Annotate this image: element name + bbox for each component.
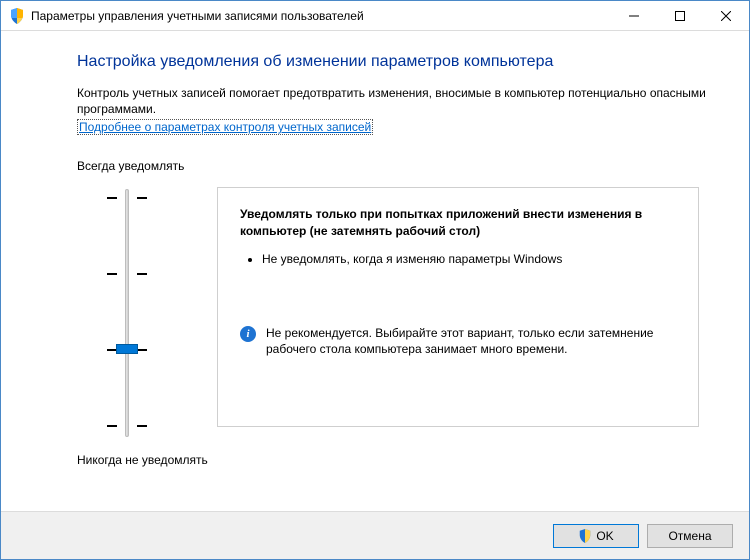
slider-tick bbox=[137, 197, 147, 199]
panel-title: Уведомлять только при попытках приложени… bbox=[240, 206, 676, 238]
slider-thumb[interactable] bbox=[116, 344, 138, 354]
slider-tick bbox=[107, 273, 117, 275]
panel-bullet-list: Не уведомлять, когда я изменяю параметры… bbox=[262, 251, 676, 267]
cancel-button[interactable]: Отмена bbox=[647, 524, 733, 548]
slider-label-never: Никогда не уведомлять bbox=[77, 453, 217, 467]
titlebar: Параметры управления учетными записями п… bbox=[1, 1, 749, 31]
close-icon bbox=[721, 11, 731, 21]
slider-column: Всегда уведомлять Никогда не уведомлять bbox=[77, 159, 217, 477]
close-button[interactable] bbox=[703, 1, 749, 30]
slider-tick bbox=[107, 197, 117, 199]
cancel-button-label: Отмена bbox=[668, 529, 711, 543]
maximize-button[interactable] bbox=[657, 1, 703, 30]
slider-tick bbox=[137, 273, 147, 275]
body-row: Всегда уведомлять Никогда не уведомлять … bbox=[77, 159, 709, 477]
panel-note-text: Не рекомендуется. Выбирайте этот вариант… bbox=[266, 325, 676, 357]
uac-slider[interactable] bbox=[77, 183, 177, 443]
help-link[interactable]: Подробнее о параметрах контроля учетных … bbox=[77, 119, 373, 135]
slider-tick bbox=[137, 425, 147, 427]
window-buttons bbox=[611, 1, 749, 30]
panel-bullet: Не уведомлять, когда я изменяю параметры… bbox=[262, 251, 676, 267]
shield-icon bbox=[578, 529, 592, 543]
slider-label-always: Всегда уведомлять bbox=[77, 159, 217, 173]
footer-bar: OK Отмена bbox=[1, 511, 749, 559]
slider-tick bbox=[137, 349, 147, 351]
level-description-panel: Уведомлять только при попытках приложени… bbox=[217, 187, 699, 427]
panel-note: i Не рекомендуется. Выбирайте этот вариа… bbox=[240, 325, 676, 357]
ok-button[interactable]: OK bbox=[553, 524, 639, 548]
page-heading: Настройка уведомления об изменении парам… bbox=[77, 53, 709, 71]
maximize-icon bbox=[675, 11, 685, 21]
window-title: Параметры управления учетными записями п… bbox=[31, 9, 611, 23]
content-area: Настройка уведомления об изменении парам… bbox=[1, 31, 749, 511]
description-text: Контроль учетных записей помогает предот… bbox=[77, 85, 709, 117]
ok-button-label: OK bbox=[596, 529, 613, 543]
slider-tick bbox=[107, 425, 117, 427]
info-icon: i bbox=[240, 326, 256, 342]
minimize-icon bbox=[629, 11, 639, 21]
minimize-button[interactable] bbox=[611, 1, 657, 30]
shield-icon bbox=[9, 8, 25, 24]
slider-track bbox=[125, 189, 129, 437]
